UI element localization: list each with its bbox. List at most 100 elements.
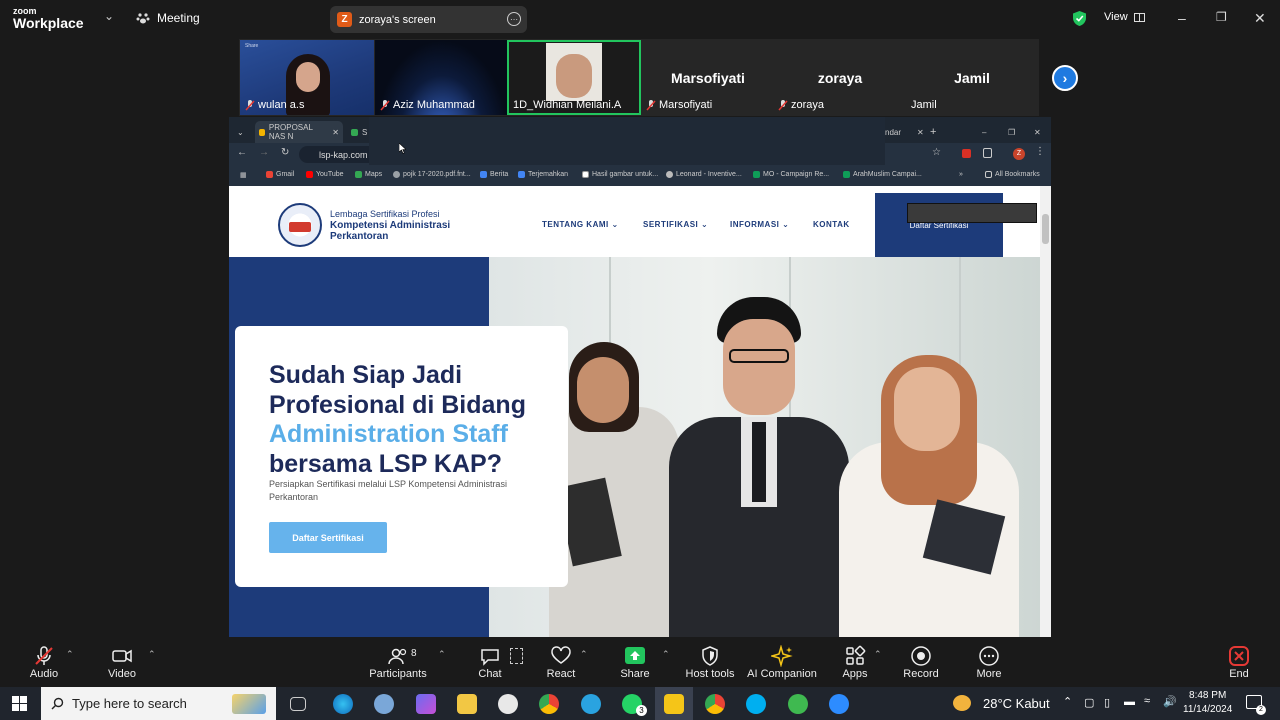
audio-options-icon[interactable]: ⌃ [66,649,74,660]
extension-icon[interactable] [962,149,971,158]
tab-search-icon[interactable]: ⌄ [237,121,244,143]
tab-close-icon[interactable]: ✕ [917,128,924,137]
participant-tile[interactable]: Jamil Jamil [905,40,1039,115]
more-options-icon[interactable]: ⋯ [507,12,521,26]
participant-name-label: wulan a.s [258,99,305,111]
ai-companion-button[interactable]: AI Companion [745,645,819,680]
all-bookmarks[interactable]: All Bookmarks [985,171,1040,178]
weather-text[interactable]: 28°C Kabut [983,696,1050,711]
sticky-notes-icon[interactable] [664,694,684,714]
tab-close-icon[interactable]: ✕ [332,128,343,137]
taskbar-search[interactable]: Type here to search [41,687,276,720]
file-explorer-icon[interactable] [457,694,477,714]
profile-avatar[interactable]: Z [1013,148,1025,160]
participant-tile[interactable]: Marsofiyati Marsofiyati [641,40,775,115]
page-scrollbar[interactable] [1040,186,1051,637]
nav-kontak[interactable]: KONTAK [813,220,850,229]
usb-icon[interactable]: ▯ [1104,696,1110,709]
restore-icon[interactable]: ❐ [1008,121,1015,143]
telegram-icon[interactable] [581,694,601,714]
participant-tile[interactable]: Aziz Muhammad [375,40,509,115]
windows-start-icon[interactable] [12,696,27,711]
bookmark-item[interactable]: Leonard - Inventive... [666,171,742,178]
browser-tab[interactable]: PROPOSAL NAS N ✕ [255,121,343,143]
scrollbar-thumb[interactable] [1042,214,1049,244]
chrome-icon[interactable] [705,694,725,714]
audio-button[interactable]: Audio [14,645,74,680]
app-icon[interactable] [498,694,518,714]
bookmark-item[interactable]: pojk 17-2020.pdf.fnt... [393,171,471,178]
bookmark-item[interactable]: ArahMuslim Campai... [843,171,922,178]
zoom-icon[interactable] [829,694,849,714]
record-button[interactable]: Record [891,645,951,680]
site-title[interactable]: Lembaga Sertifikasi Profesi Kompetensi A… [330,209,450,242]
edge-icon[interactable] [333,694,353,714]
participant-tile[interactable]: zoraya zoraya [773,40,907,115]
app-icon[interactable] [788,694,808,714]
share-button[interactable]: Share [605,645,665,680]
bookmark-item[interactable]: Berita [480,171,508,178]
close-icon[interactable]: ✕ [1254,10,1266,27]
nav-informasi[interactable]: INFORMASI ⌄ [730,220,789,229]
nav-tentang-kami[interactable]: TENTANG KAMI ⌄ [542,220,619,229]
close-icon[interactable]: ✕ [1034,121,1041,143]
chevron-up-icon[interactable]: ⌃ [1063,695,1072,708]
back-icon[interactable]: ← [237,147,247,158]
react-options-icon[interactable]: ⌃ [580,649,588,660]
skype-icon[interactable] [746,694,766,714]
bookmark-item[interactable]: Terjemahkan [518,171,568,178]
browser-tab[interactable]: S [351,121,367,143]
browser-tab[interactable]: ndar ✕ [885,121,924,143]
share-options-icon[interactable]: ⌃ [662,649,670,660]
bookmark-item[interactable]: Hasil gambar untuk... [582,171,658,178]
bookmark-item[interactable]: Gmail [266,171,294,178]
search-placeholder: Type here to search [72,696,187,711]
more-bookmarks-icon[interactable]: » [959,171,963,178]
kebab-menu-icon[interactable]: ⋮ [1035,146,1045,157]
chevron-down-icon[interactable]: ⌄ [104,9,114,23]
video-button[interactable]: Video [92,645,152,680]
bookmark-item[interactable]: YouTube [306,171,344,178]
wifi-icon[interactable]: ≈ [1144,695,1150,707]
person-right-face [894,367,960,451]
battery-icon[interactable]: ▬ [1124,696,1135,708]
app-icon[interactable] [374,694,394,714]
security-shield-icon[interactable] [1072,10,1087,27]
apps-options-icon[interactable]: ⌃ [874,649,882,660]
task-view-icon[interactable] [290,697,306,711]
view-button[interactable]: View [1104,11,1145,23]
bookmark-star-icon[interactable]: ☆ [932,147,941,158]
hero-headline: Sudah Siap Jadi Profesional di Bidang Ad… [269,361,559,479]
hero-cta-button[interactable]: Daftar Sertifikasi [269,522,387,553]
more-button[interactable]: More [959,645,1019,680]
apps-grid-icon[interactable]: ▦ [240,171,247,179]
nav-sertifikasi[interactable]: SERTIFIKASI ⌄ [643,220,708,229]
forward-icon[interactable]: → [259,147,269,158]
lsp-kap-logo[interactable] [278,203,322,247]
chrome-icon[interactable] [539,694,559,714]
bookmark-item[interactable]: Maps [355,171,382,178]
copilot-icon[interactable] [416,694,436,714]
bookmark-label: pojk 17-2020.pdf.fnt... [403,171,471,178]
host-tools-button[interactable]: Host tools [680,645,740,680]
reload-icon[interactable]: ↻ [281,147,289,158]
end-button[interactable]: End [1209,645,1269,680]
speaker-icon[interactable]: 🔊 [1163,695,1177,708]
minimize-icon[interactable]: – [1178,10,1186,26]
gallery-next-button[interactable]: › [1052,65,1078,91]
extensions-puzzle-icon[interactable] [983,148,992,158]
participants-button[interactable]: Participants [368,645,428,680]
clock[interactable]: 8:48 PM 11/14/2024 [1183,689,1232,717]
minimize-icon[interactable]: – [982,121,986,143]
restore-icon[interactable]: ❐ [1216,10,1227,24]
share-indicator[interactable]: Z zoraya's screen ⋯ [330,6,527,33]
screenshot-icon[interactable] [510,648,523,664]
bookmark-item[interactable]: MO - Campaign Re... [753,171,829,178]
tray-icon[interactable]: ▢ [1084,696,1094,709]
video-options-icon[interactable]: ⌃ [148,649,156,660]
new-tab-icon[interactable]: + [930,121,936,143]
participant-tile[interactable]: Share wulan a.s [240,40,374,115]
meeting-menu[interactable]: Meeting [136,11,200,25]
participant-tile-active[interactable]: 1D_Widhian Meilani.A [507,40,641,115]
participants-options-icon[interactable]: ⌃ [438,649,446,660]
